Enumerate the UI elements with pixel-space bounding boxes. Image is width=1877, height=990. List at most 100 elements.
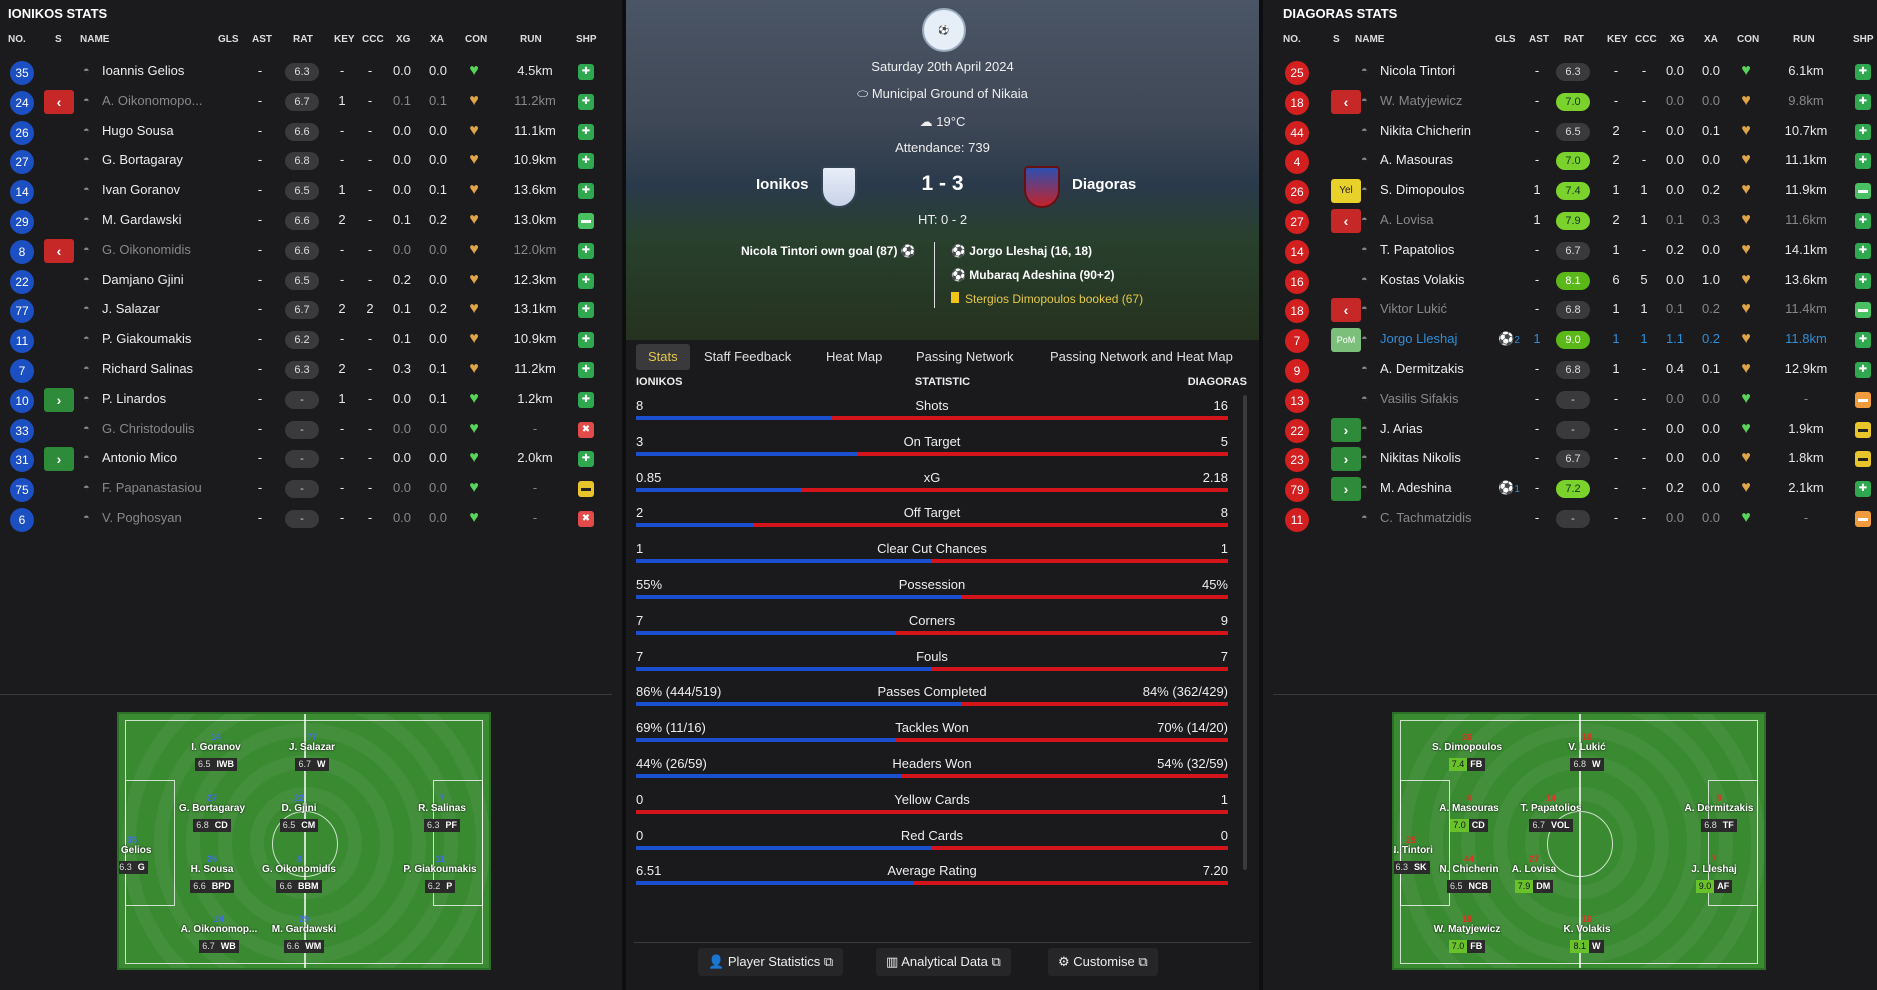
col-ast[interactable]: AST	[252, 34, 272, 45]
player-row[interactable]: 24 ‹ ◓ A. Oikonomopo... - 6.7 1 - 0.1 0.1 ♥ 11.2km ✚	[0, 88, 622, 118]
col-xa[interactable]: XA	[1704, 34, 1718, 45]
stat-row[interactable]: 7 Fouls 7	[636, 649, 1228, 685]
col-gls[interactable]: GLS	[1495, 34, 1516, 45]
tab-passing-network-heat-map[interactable]: Passing Network and Heat Map	[1038, 344, 1245, 370]
player-name[interactable]: M. Adeshina	[1380, 475, 1452, 505]
pitch-player-marker[interactable]: 11 P. Giakoumakis 6.2 P	[398, 854, 482, 894]
player-name[interactable]: Vasilis Sifakis	[1380, 386, 1459, 416]
stat-row[interactable]: 7 Corners 9	[636, 613, 1228, 649]
player-row[interactable]: 22 › ◓ J. Arias - - - -0.0 0.0 ♥ 1.9km ▬	[1263, 416, 1877, 446]
player-row[interactable]: 18 ‹ ◓ Viktor Lukić -6.8 1 1 0.1 0.2 ♥ 11.4km ▬	[1263, 296, 1877, 326]
col-rat[interactable]: RAT	[293, 34, 313, 45]
player-name[interactable]: Antonio Mico	[102, 445, 177, 475]
player-name[interactable]: Nikitas Nikolis	[1380, 445, 1461, 475]
pitch-player-marker[interactable]: 8 G. Oikonomidis 6.6 BBM	[257, 854, 341, 894]
player-row[interactable]: 22 ◓ Damjano Gjini - 6.5 - - 0.2 0.0 ♥ 12.3km ✚	[0, 267, 622, 297]
stat-row[interactable]: 55% Possession 45%	[636, 577, 1228, 613]
pitch-player-marker[interactable]: 27 G. Bortagaray 6.8 CD	[170, 793, 254, 833]
player-name[interactable]: G. Oikonomidis	[102, 237, 191, 267]
player-row[interactable]: 13 ◓ Vasilis Sifakis - - - -0.0 0.0 ♥ - ▬	[1263, 386, 1877, 416]
col-shp[interactable]: SHP	[1853, 34, 1874, 45]
player-row[interactable]: 79 › ◓ M. Adeshina ⚽1-7.2- -0.2 0.0 ♥ 2.1km ✚	[1263, 475, 1877, 505]
pitch-player-marker[interactable]: 7 R. Salinas 6.3 PF	[400, 793, 484, 833]
player-statistics-button[interactable]: 👤 Player Statistics ⧉	[698, 948, 844, 976]
tab-passing-network[interactable]: Passing Network	[904, 344, 1026, 370]
col-xg[interactable]: XG	[1670, 34, 1684, 45]
player-name[interactable]: G. Christodoulis	[102, 416, 194, 446]
player-name[interactable]: F. Papanastasiou	[102, 475, 202, 505]
tab-staff-feedback[interactable]: Staff Feedback	[692, 344, 803, 370]
pitch-player-marker[interactable]: 24 A. Oikonomop... 6.7 WB	[177, 914, 261, 954]
pitch-player-marker[interactable]: 14 T. Papatolios 6.7 VOL	[1509, 793, 1593, 833]
player-row[interactable]: 35 ◓ Ioannis Gelios - 6.3 - - 0.0 0.0 ♥ 4.5km ✚	[0, 58, 622, 88]
col-key[interactable]: KEY	[1607, 34, 1628, 45]
player-row[interactable]: 7 PoM ◓ Jorgo Lleshaj ⚽2 1 9.0 1 1 1.1 0.2 ♥ 11.8km ✚	[1263, 326, 1877, 356]
col-xa[interactable]: XA	[430, 34, 444, 45]
col-ccc[interactable]: CCC	[1635, 34, 1657, 45]
player-row[interactable]: 8 ‹ ◓ G. Oikonomidis - 6.6 - - 0.0 0.0 ♥ 12.0km ✚	[0, 237, 622, 267]
pitch-player-marker[interactable]: 29 M. Gardawski 6.6 WM	[262, 914, 346, 954]
away-team-badge-icon[interactable]	[1024, 166, 1060, 208]
player-name[interactable]: Kostas Volakis	[1380, 267, 1465, 297]
player-name[interactable]: Damjano Gjini	[102, 267, 184, 297]
player-name[interactable]: S. Dimopoulos	[1380, 177, 1465, 207]
col-ast[interactable]: AST	[1529, 34, 1549, 45]
col-con[interactable]: CON	[465, 34, 487, 45]
player-name[interactable]: A. Dermitzakis	[1380, 356, 1464, 386]
player-name[interactable]: Ivan Goranov	[102, 177, 180, 207]
player-name[interactable]: Jorgo Lleshaj	[1380, 326, 1457, 356]
col-xg[interactable]: XG	[396, 34, 410, 45]
stat-row[interactable]: 0.85 xG 2.18	[636, 470, 1228, 506]
col-ccc[interactable]: CCC	[362, 34, 384, 45]
player-row[interactable]: 11 ◓ P. Giakoumakis - 6.2 - - 0.1 0.0 ♥ 10.9km ✚	[0, 326, 622, 356]
pitch-player-marker[interactable]: 7 J. Lleshaj 9.0 AF	[1672, 854, 1756, 894]
pitch-player-marker[interactable]: 26 H. Sousa 6.6 BPD	[170, 854, 254, 894]
player-row[interactable]: 75 ◓ F. Papanastasiou - - - - 0.0 0.0 ♥ - ▬	[0, 475, 622, 505]
player-name[interactable]: Hugo Sousa	[102, 118, 174, 148]
player-row[interactable]: 77 ◓ J. Salazar - 6.7 2 2 0.1 0.2 ♥ 13.1km ✚	[0, 296, 622, 326]
player-row[interactable]: 14 ◓ T. Papatolios -6.7 1-0.2 0.0 ♥ 14.1km ✚	[1263, 237, 1877, 267]
player-name[interactable]: A. Lovisa	[1380, 207, 1433, 237]
player-name[interactable]: C. Tachmatzidis	[1380, 505, 1472, 535]
player-row[interactable]: 9 ◓ A. Dermitzakis - 6.8 1 - 0.4 0.1 ♥ 12.9km ✚	[1263, 356, 1877, 386]
tab-stats[interactable]: Stats	[636, 344, 690, 370]
col-gls[interactable]: GLS	[218, 34, 239, 45]
pitch-player-marker[interactable]: 26 S. Dimopoulos 7.4 FB	[1425, 732, 1509, 772]
stat-row[interactable]: 8 Shots 16	[636, 398, 1228, 434]
col-s[interactable]: S	[1333, 34, 1340, 45]
stat-row[interactable]: 69% (11/16) Tackles Won 70% (14/20)	[636, 720, 1228, 756]
player-name[interactable]: Ioannis Gelios	[102, 58, 184, 88]
pitch-player-marker[interactable]: 18 W. Matyjewicz 7.0 FB	[1425, 914, 1509, 954]
player-row[interactable]: 31 › ◓ Antonio Mico - - - - 0.0 0.0 ♥ 2.0km ✚	[0, 445, 622, 475]
player-row[interactable]: 16 ◓ Kostas Volakis -8.1 6 5 0.0 1.0 ♥ 13.6km ✚	[1263, 267, 1877, 297]
stat-row[interactable]: 0 Red Cards 0	[636, 828, 1228, 864]
player-row[interactable]: 11 ◓ C. Tachmatzidis - - - - 0.0 0.0 ♥ - ▬	[1263, 505, 1877, 535]
col-name[interactable]: NAME	[1355, 34, 1384, 45]
player-name[interactable]: J. Arias	[1380, 416, 1423, 446]
col-shp[interactable]: SHP	[576, 34, 597, 45]
player-name[interactable]: J. Salazar	[102, 296, 160, 326]
customise-button[interactable]: ⚙ Customise ⧉	[1048, 948, 1158, 976]
player-row[interactable]: 44 ◓ Nikita Chicherin -6.5 2-0.0 0.1 ♥ 10.7km ✚	[1263, 118, 1877, 148]
player-row[interactable]: 26 Yel ◓ S. Dimopoulos 1 7.4 1 1 0.0 0.2 ♥ 11.9km ▬	[1263, 177, 1877, 207]
pitch-player-marker[interactable]: 4 A. Masouras 7.0 CD	[1427, 793, 1511, 833]
player-row[interactable]: 27 ◓ G. Bortagaray - 6.8 - - 0.0 0.0 ♥ 10.9km ✚	[0, 147, 622, 177]
player-name[interactable]: Richard Salinas	[102, 356, 193, 386]
player-name[interactable]: W. Matyjewicz	[1380, 88, 1462, 118]
stat-row[interactable]: 1 Clear Cut Chances 1	[636, 541, 1228, 577]
col-name[interactable]: NAME	[80, 34, 109, 45]
player-name[interactable]: V. Poghosyan	[102, 505, 182, 535]
stat-row[interactable]: 2 Off Target 8	[636, 505, 1228, 541]
player-row[interactable]: 18 ‹ ◓ W. Matyjewicz -7.0- -0.0 0.0 ♥ 9.8km ✚	[1263, 88, 1877, 118]
stat-row[interactable]: 6.51 Average Rating 7.20	[636, 863, 1228, 899]
player-row[interactable]: 14 ◓ Ivan Goranov - 6.5 1 - 0.0 0.1 ♥ 13.6km ✚	[0, 177, 622, 207]
pitch-player-marker[interactable]: 35I. Gelios6.3G	[119, 835, 174, 875]
player-row[interactable]: 33 ◓ G. Christodoulis - - - - 0.0 0.0 ♥ - ✖	[0, 416, 622, 446]
col-run[interactable]: RUN	[520, 34, 542, 45]
player-name[interactable]: Nikita Chicherin	[1380, 118, 1471, 148]
player-row[interactable]: 29 ◓ M. Gardawski - 6.6 2 - 0.1 0.2 ♥ 13.0km ▬	[0, 207, 622, 237]
stat-row[interactable]: 44% (26/59) Headers Won 54% (32/59)	[636, 756, 1228, 792]
col-con[interactable]: CON	[1737, 34, 1759, 45]
player-name[interactable]: M. Gardawski	[102, 207, 181, 237]
col-no[interactable]: NO.	[8, 34, 26, 45]
